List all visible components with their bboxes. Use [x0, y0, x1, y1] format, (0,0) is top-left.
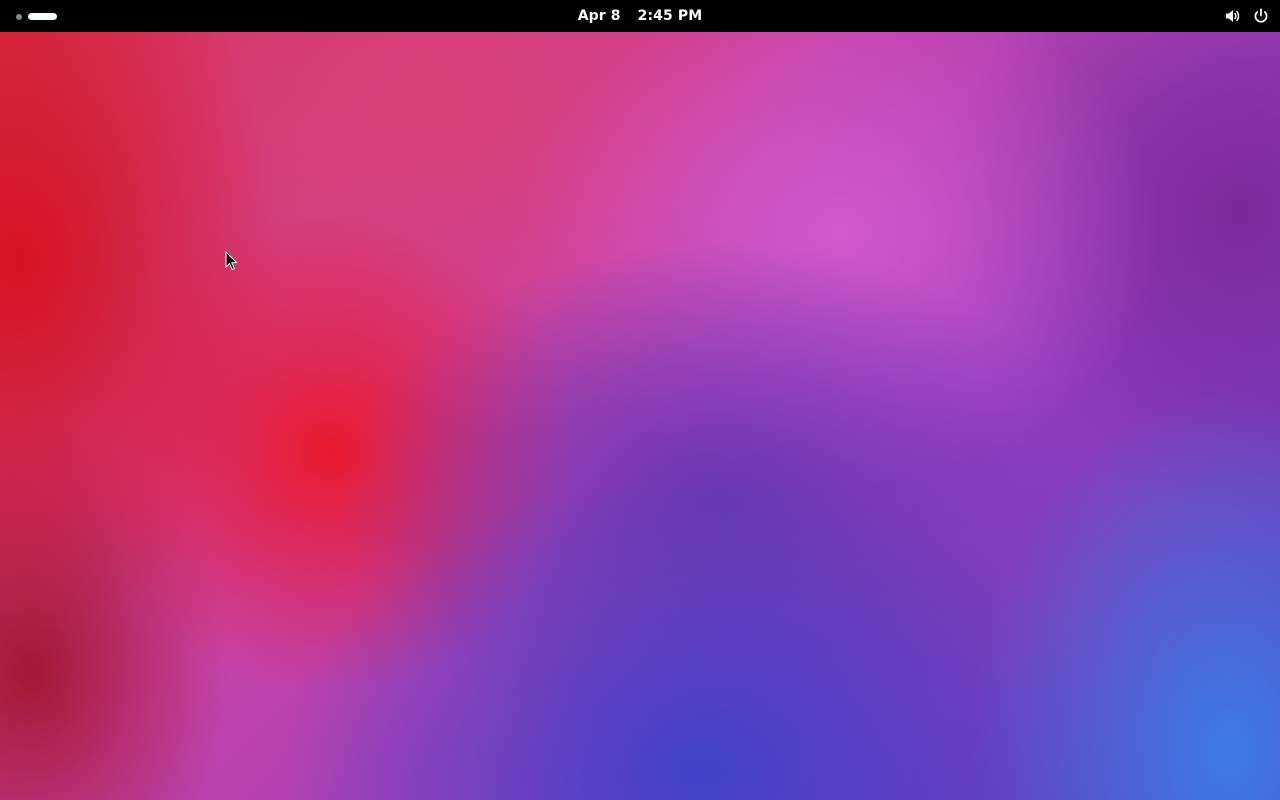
date-time-menu[interactable]: Apr 8 2:45 PM [0, 0, 1280, 32]
mouse-pointer-icon [225, 251, 238, 271]
power-icon[interactable] [1252, 7, 1270, 25]
system-menu[interactable] [1224, 5, 1270, 27]
volume-icon[interactable] [1224, 7, 1242, 25]
desktop-wallpaper[interactable] [0, 32, 1280, 800]
top-panel: Apr 8 2:45 PM [0, 0, 1280, 32]
clock-date: Apr 8 [577, 8, 621, 24]
clock-time: 2:45 PM [637, 8, 703, 24]
